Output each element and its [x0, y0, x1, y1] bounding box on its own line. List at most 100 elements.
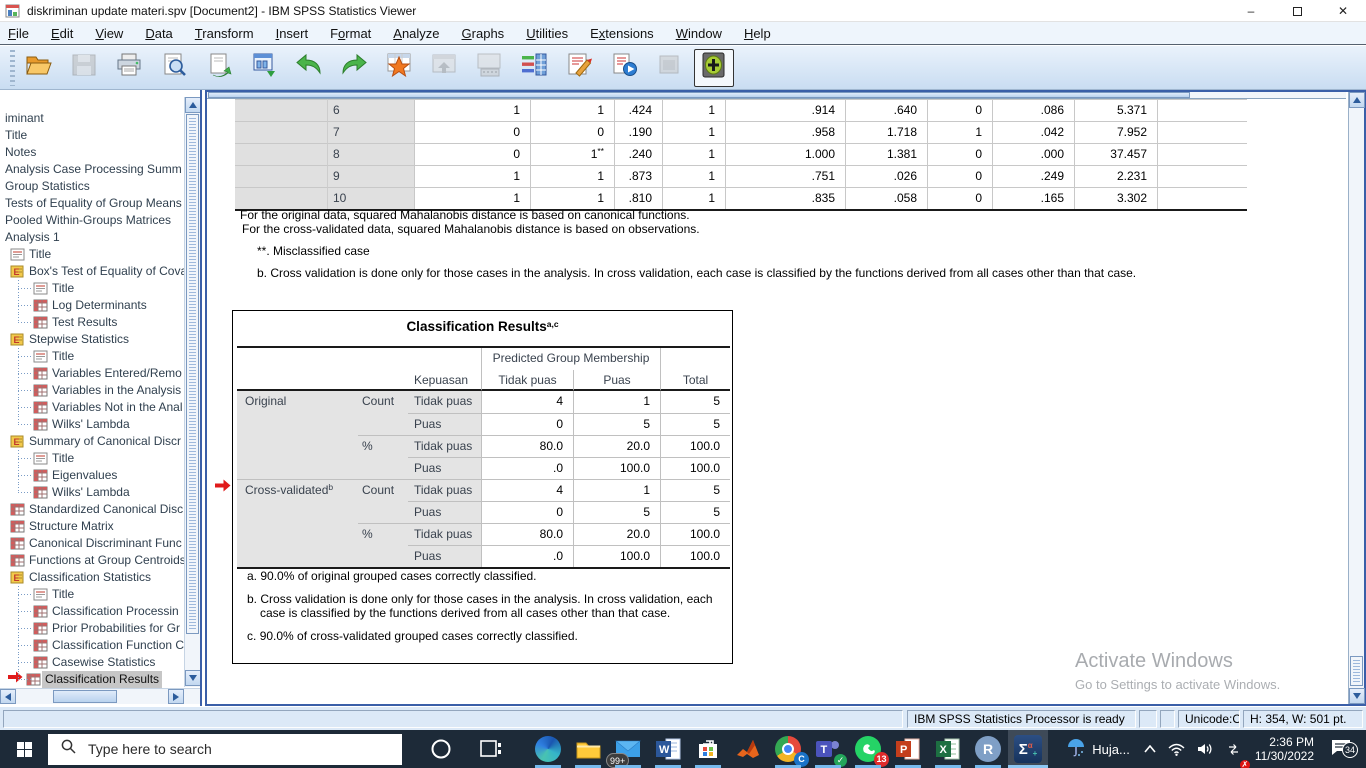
- active-window-button[interactable]: [694, 49, 734, 87]
- outline-item[interactable]: Analysis Case Processing Summ: [0, 161, 184, 178]
- scroll-down-button[interactable]: [185, 670, 201, 686]
- outline-item[interactable]: EStepwise Statistics: [0, 331, 184, 348]
- taskbar-app-teams[interactable]: T✓: [808, 730, 848, 768]
- outline-item[interactable]: Structure Matrix: [0, 518, 184, 535]
- goto-variable-button[interactable]: [424, 49, 464, 87]
- outline-item[interactable]: Variables Not in the Anal: [0, 399, 184, 416]
- undo-button[interactable]: [289, 49, 329, 87]
- menu-utilities[interactable]: Utilities: [526, 26, 568, 41]
- outline-vertical-scrollbar[interactable]: [184, 97, 200, 687]
- outline-item[interactable]: ESummary of Canonical Discr: [0, 433, 184, 450]
- taskbar-app-chrome[interactable]: C: [768, 730, 808, 768]
- run-script-button[interactable]: [604, 49, 644, 87]
- taskbar-app-matlab[interactable]: [728, 730, 768, 768]
- menu-format[interactable]: Format: [330, 26, 371, 41]
- insert-text-button[interactable]: [559, 49, 599, 87]
- outline-item[interactable]: Casewise Statistics: [0, 654, 184, 671]
- menu-view[interactable]: View: [95, 26, 123, 41]
- outline-item[interactable]: Eigenvalues: [0, 467, 184, 484]
- menu-file[interactable]: File: [8, 26, 29, 41]
- search-input[interactable]: [88, 741, 338, 757]
- taskbar-app-excel[interactable]: X: [928, 730, 968, 768]
- close-button[interactable]: ✕: [1320, 0, 1366, 22]
- taskbar-app-store[interactable]: [688, 730, 728, 768]
- export-button[interactable]: [199, 49, 239, 87]
- menu-help[interactable]: Help: [744, 26, 771, 41]
- outline-item[interactable]: EClassification Statistics: [0, 569, 184, 586]
- outline-item[interactable]: Notes: [0, 144, 184, 161]
- minimize-button[interactable]: –: [1228, 0, 1274, 22]
- taskbar-app-mail[interactable]: 99+: [608, 730, 648, 768]
- volume-icon[interactable]: [1191, 730, 1220, 768]
- taskbar-search[interactable]: [48, 734, 402, 765]
- recall-dialogs-button[interactable]: [244, 49, 284, 87]
- clock[interactable]: 2:36 PM 11/30/2022: [1247, 735, 1322, 763]
- open-button[interactable]: [19, 49, 59, 87]
- redo-button[interactable]: [334, 49, 374, 87]
- outline-item[interactable]: Title: [0, 348, 184, 365]
- outline-item[interactable]: Classification Function C: [0, 637, 184, 654]
- sync-error-icon[interactable]: ✗: [1220, 730, 1247, 768]
- scroll-thumb[interactable]: [1350, 656, 1363, 686]
- menu-data[interactable]: Data: [145, 26, 172, 41]
- outline-item[interactable]: Title: [0, 280, 184, 297]
- scroll-up-button[interactable]: [185, 97, 201, 113]
- save-button[interactable]: [64, 49, 104, 87]
- outline-item[interactable]: Tests of Equality of Group Means: [0, 195, 184, 212]
- output-horizontal-scrollbar[interactable]: [207, 92, 1346, 99]
- menu-insert[interactable]: Insert: [276, 26, 309, 41]
- outline-item[interactable]: Analysis 1: [0, 229, 184, 246]
- menu-transform[interactable]: Transform: [195, 26, 254, 41]
- scroll-thumb[interactable]: [53, 690, 117, 703]
- print-button[interactable]: [109, 49, 149, 87]
- scroll-right-button[interactable]: [168, 689, 184, 704]
- use-variable-sets-button[interactable]: [514, 49, 554, 87]
- goto-case-button[interactable]: [379, 49, 419, 87]
- outline-item[interactable]: Pooled Within-Groups Matrices: [0, 212, 184, 229]
- outline-item-selected[interactable]: Classification Results: [0, 671, 184, 688]
- scroll-up-button[interactable]: [1349, 92, 1365, 108]
- taskbar-app-powerpoint[interactable]: P: [888, 730, 928, 768]
- menu-graphs[interactable]: Graphs: [462, 26, 505, 41]
- menu-analyze[interactable]: Analyze: [393, 26, 439, 41]
- taskbar-app-word[interactable]: W: [648, 730, 688, 768]
- outline-item[interactable]: Wilks' Lambda: [0, 416, 184, 433]
- outline-horizontal-scrollbar[interactable]: [0, 688, 200, 704]
- cortana-button[interactable]: [418, 738, 464, 760]
- start-button[interactable]: [0, 730, 48, 768]
- outline-item[interactable]: Variables Entered/Remo: [0, 365, 184, 382]
- outline-item[interactable]: Title: [0, 246, 184, 263]
- outline-item[interactable]: Title: [0, 450, 184, 467]
- task-view-button[interactable]: [468, 739, 514, 759]
- scroll-down-button[interactable]: [1349, 688, 1365, 704]
- menu-window[interactable]: Window: [676, 26, 722, 41]
- show-hidden-icons-button[interactable]: [1138, 730, 1162, 768]
- taskbar-app-spss[interactable]: Σα+: [1008, 730, 1048, 768]
- pane-splitter[interactable]: [200, 90, 207, 706]
- wifi-icon[interactable]: [1162, 730, 1191, 768]
- taskbar-app-file-explorer[interactable]: [568, 730, 608, 768]
- outline-item[interactable]: Variables in the Analysis: [0, 382, 184, 399]
- outline-item[interactable]: Title: [0, 127, 184, 144]
- menu-extensions[interactable]: Extensions: [590, 26, 654, 41]
- outline-item[interactable]: Standardized Canonical Disc: [0, 501, 184, 518]
- classification-results-output[interactable]: Classification Resultsa,c Predicted Grou…: [232, 310, 733, 664]
- outline-item[interactable]: Test Results: [0, 314, 184, 331]
- outline-item[interactable]: Functions at Group Centroids: [0, 552, 184, 569]
- restore-button[interactable]: [1274, 0, 1320, 22]
- taskbar-app-edge[interactable]: [528, 730, 568, 768]
- taskbar-app-r[interactable]: R: [968, 730, 1008, 768]
- outline-item[interactable]: Canonical Discriminant Func: [0, 535, 184, 552]
- weather-widget[interactable]: Huja...: [1058, 739, 1138, 760]
- outline-item[interactable]: Log Determinants: [0, 297, 184, 314]
- outline-item[interactable]: Classification Processin: [0, 603, 184, 620]
- action-center-button[interactable]: 34: [1322, 738, 1366, 760]
- print-preview-button[interactable]: [154, 49, 194, 87]
- menu-edit[interactable]: Edit: [51, 26, 73, 41]
- variables-button[interactable]: [469, 49, 509, 87]
- outline-item[interactable]: Title: [0, 586, 184, 603]
- outline-item[interactable]: iminant: [0, 110, 184, 127]
- scroll-thumb[interactable]: [208, 92, 1190, 98]
- outline-item[interactable]: EBox's Test of Equality of Cova: [0, 263, 184, 280]
- output-vertical-scrollbar[interactable]: [1348, 92, 1364, 704]
